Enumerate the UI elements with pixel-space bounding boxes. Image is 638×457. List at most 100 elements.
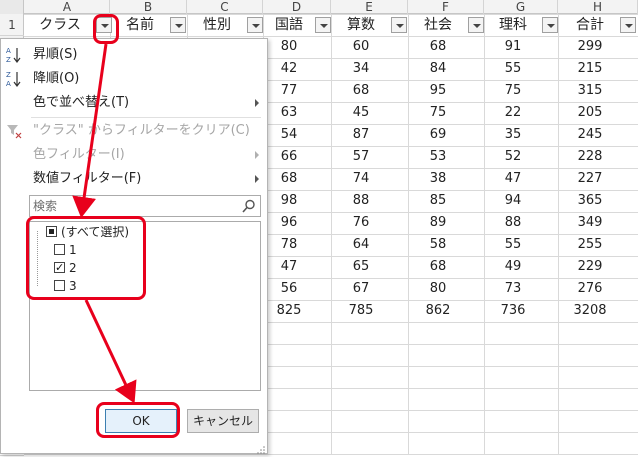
data-cell[interactable]: 229	[558, 256, 622, 278]
column-header-c[interactable]: C	[187, 0, 263, 14]
column-header-b[interactable]: B	[110, 0, 187, 14]
total-cell[interactable]: 862	[408, 300, 468, 322]
filter-dropdown-icon[interactable]	[170, 17, 186, 33]
data-cell[interactable]: 255	[558, 234, 622, 256]
column-header-d[interactable]: D	[263, 0, 331, 14]
search-icon[interactable]	[242, 199, 256, 213]
header-cell-social[interactable]: 社会	[408, 14, 468, 36]
filter-dropdown-icon[interactable]	[468, 17, 484, 33]
data-cell[interactable]: 53	[408, 146, 468, 168]
data-cell[interactable]: 349	[558, 212, 622, 234]
data-cell[interactable]: 68	[263, 168, 315, 190]
data-cell[interactable]: 34	[331, 58, 391, 80]
data-cell[interactable]: 94	[484, 190, 542, 212]
data-cell[interactable]: 75	[484, 80, 542, 102]
data-cell[interactable]: 35	[484, 124, 542, 146]
data-cell[interactable]: 228	[558, 146, 622, 168]
filter-dropdown-icon[interactable]	[542, 17, 558, 33]
data-cell[interactable]: 52	[484, 146, 542, 168]
column-header-f[interactable]: F	[408, 0, 484, 14]
total-cell[interactable]: 785	[331, 300, 391, 322]
resize-grip-icon[interactable]	[257, 443, 265, 454]
cancel-button[interactable]: キャンセル	[187, 409, 259, 433]
data-cell[interactable]: 76	[331, 212, 391, 234]
data-cell[interactable]: 74	[331, 168, 391, 190]
data-cell[interactable]: 245	[558, 124, 622, 146]
data-cell[interactable]: 60	[331, 36, 391, 58]
data-cell[interactable]: 88	[484, 212, 542, 234]
clear-filter-item[interactable]: "クラス" からフィルターをクリア(C)	[1, 119, 267, 143]
data-cell[interactable]: 95	[408, 80, 468, 102]
data-cell[interactable]: 63	[263, 102, 315, 124]
column-header-a[interactable]: A	[25, 0, 110, 14]
data-cell[interactable]: 68	[331, 80, 391, 102]
header-cell-name[interactable]: 名前	[110, 14, 170, 36]
select-all-corner[interactable]	[0, 0, 24, 14]
sort-by-color-item[interactable]: 色で並べ替え(T)	[1, 91, 267, 115]
data-cell[interactable]: 55	[484, 58, 542, 80]
data-cell[interactable]: 49	[484, 256, 542, 278]
data-cell[interactable]: 58	[408, 234, 468, 256]
data-cell[interactable]: 78	[263, 234, 315, 256]
data-cell[interactable]: 65	[331, 256, 391, 278]
filter-search-box[interactable]	[29, 195, 261, 217]
data-cell[interactable]: 77	[263, 80, 315, 102]
data-cell[interactable]: 276	[558, 278, 622, 300]
data-cell[interactable]: 89	[408, 212, 468, 234]
sort-descending-item[interactable]: Z A 降順(O)	[1, 67, 267, 91]
header-cell-total[interactable]: 合計	[558, 14, 622, 36]
header-cell-math[interactable]: 算数	[331, 14, 391, 36]
data-cell[interactable]: 22	[484, 102, 542, 124]
row-header-1[interactable]: 1	[0, 14, 24, 36]
data-cell[interactable]: 64	[331, 234, 391, 256]
data-cell[interactable]: 205	[558, 102, 622, 124]
data-cell[interactable]: 80	[263, 36, 315, 58]
data-cell[interactable]: 68	[408, 36, 468, 58]
data-cell[interactable]: 98	[263, 190, 315, 212]
data-cell[interactable]: 227	[558, 168, 622, 190]
total-cell[interactable]: 825	[263, 300, 315, 322]
data-cell[interactable]: 88	[331, 190, 391, 212]
total-cell[interactable]: 3208	[558, 300, 622, 322]
data-cell[interactable]: 91	[484, 36, 542, 58]
data-cell[interactable]: 299	[558, 36, 622, 58]
column-header-g[interactable]: G	[484, 0, 558, 14]
header-cell-gender[interactable]: 性別	[187, 14, 247, 36]
filter-search-input[interactable]	[33, 197, 233, 215]
data-cell[interactable]: 55	[484, 234, 542, 256]
header-cell-class[interactable]: クラス	[25, 14, 95, 36]
color-filter-item[interactable]: 色フィルター(I)	[1, 143, 267, 167]
data-cell[interactable]: 67	[331, 278, 391, 300]
filter-dropdown-icon[interactable]	[391, 17, 407, 33]
data-cell[interactable]: 57	[331, 146, 391, 168]
data-cell[interactable]: 75	[408, 102, 468, 124]
data-cell[interactable]: 68	[408, 256, 468, 278]
sort-ascending-item[interactable]: A Z 昇順(S)	[1, 43, 267, 67]
data-cell[interactable]: 54	[263, 124, 315, 146]
number-filter-item[interactable]: 数値フィルター(F)	[1, 167, 267, 191]
data-cell[interactable]: 66	[263, 146, 315, 168]
data-cell[interactable]: 215	[558, 58, 622, 80]
header-cell-japanese[interactable]: 国語	[263, 14, 315, 36]
total-cell[interactable]: 736	[484, 300, 542, 322]
data-cell[interactable]: 42	[263, 58, 315, 80]
data-cell[interactable]: 47	[484, 168, 542, 190]
data-cell[interactable]: 315	[558, 80, 622, 102]
data-cell[interactable]: 96	[263, 212, 315, 234]
filter-dropdown-icon[interactable]	[620, 17, 636, 33]
data-cell[interactable]: 45	[331, 102, 391, 124]
filter-dropdown-icon[interactable]	[247, 17, 263, 33]
data-cell[interactable]: 85	[408, 190, 468, 212]
data-cell[interactable]: 38	[408, 168, 468, 190]
data-cell[interactable]: 87	[331, 124, 391, 146]
column-header-h[interactable]: H	[558, 0, 638, 14]
data-cell[interactable]: 84	[408, 58, 468, 80]
data-cell[interactable]: 56	[263, 278, 315, 300]
filter-dropdown-icon[interactable]	[315, 17, 331, 33]
data-cell[interactable]: 80	[408, 278, 468, 300]
header-cell-science[interactable]: 理科	[484, 14, 542, 36]
data-cell[interactable]: 365	[558, 190, 622, 212]
data-cell[interactable]: 47	[263, 256, 315, 278]
column-header-e[interactable]: E	[331, 0, 408, 14]
data-cell[interactable]: 69	[408, 124, 468, 146]
